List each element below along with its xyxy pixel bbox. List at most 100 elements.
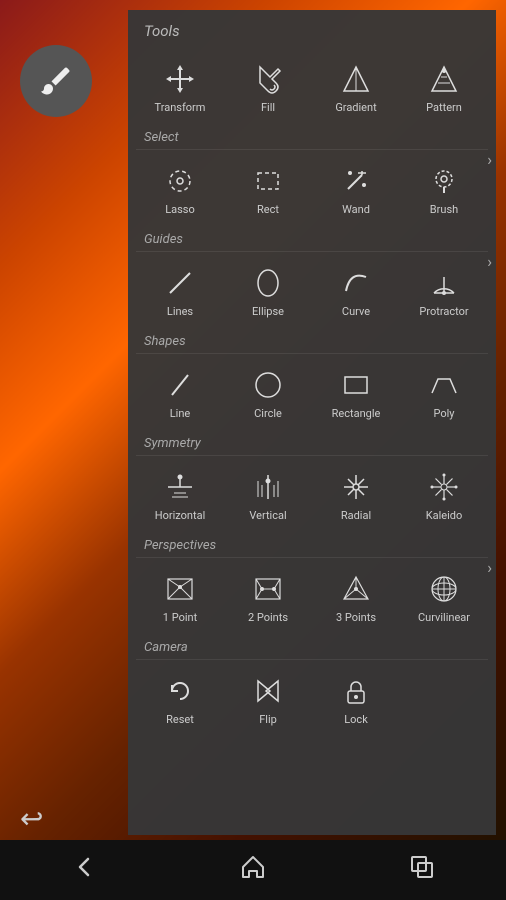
section-guides-label: Guides xyxy=(128,228,496,251)
reset-icon xyxy=(162,673,198,709)
fill-icon xyxy=(250,61,286,97)
curve-label: Curve xyxy=(342,305,370,318)
tool-lasso[interactable]: Lasso xyxy=(136,154,224,224)
tool-1point[interactable]: 1 Point xyxy=(136,562,224,632)
line-label: Line xyxy=(170,407,191,420)
reset-label: Reset xyxy=(166,713,194,726)
2points-label: 2 Points xyxy=(248,611,288,624)
rect-icon xyxy=(250,163,286,199)
lines-icon xyxy=(162,265,198,301)
section-shapes: Line Circle Rectangle xyxy=(128,354,496,432)
tool-brush-select[interactable]: Brush xyxy=(400,154,488,224)
tool-2points[interactable]: 2 Points xyxy=(224,562,312,632)
tool-gradient[interactable]: Gradient xyxy=(312,52,400,122)
home-button[interactable] xyxy=(239,853,267,888)
perspectives-chevron: › xyxy=(487,558,492,577)
1point-label: 1 Point xyxy=(163,611,197,624)
rectangle-label: Rectangle xyxy=(332,407,381,420)
pattern-icon xyxy=(426,61,462,97)
2points-icon xyxy=(250,571,286,607)
section-symmetry-label: Symmetry xyxy=(128,432,496,455)
brush-select-label: Brush xyxy=(430,203,458,216)
curvilinear-icon xyxy=(426,571,462,607)
radial-label: Radial xyxy=(341,509,371,522)
tool-lines[interactable]: Lines xyxy=(136,256,224,326)
gradient-label: Gradient xyxy=(335,101,376,114)
fill-label: Fill xyxy=(261,101,275,114)
tools-panel: Tools Transform xyxy=(128,10,496,835)
tool-lock[interactable]: Lock xyxy=(312,664,400,734)
line-icon xyxy=(162,367,198,403)
bottom-navigation xyxy=(0,840,506,900)
section-guides: › Lines Ellipse xyxy=(128,252,496,330)
recent-apps-button[interactable] xyxy=(408,853,436,888)
ellipse-label: Ellipse xyxy=(252,305,284,318)
section-camera-label: Camera xyxy=(128,636,496,659)
curvilinear-label: Curvilinear xyxy=(418,611,470,624)
tool-rect[interactable]: Rect xyxy=(224,154,312,224)
tool-reset[interactable]: Reset xyxy=(136,664,224,734)
horizontal-label: Horizontal xyxy=(155,509,206,522)
tool-line[interactable]: Line xyxy=(136,358,224,428)
kaleido-icon xyxy=(426,469,462,505)
protractor-icon xyxy=(426,265,462,301)
section-perspectives: › 1 Point xyxy=(128,558,496,636)
tool-vertical[interactable]: Vertical xyxy=(224,460,312,530)
section-symmetry: Horizontal Vertical xyxy=(128,456,496,534)
tool-horizontal[interactable]: Horizontal xyxy=(136,460,224,530)
3points-icon xyxy=(338,571,374,607)
tool-3points[interactable]: 3 Points xyxy=(312,562,400,632)
tool-curvilinear[interactable]: Curvilinear xyxy=(400,562,488,632)
transform-label: Transform xyxy=(155,101,206,114)
radial-icon xyxy=(338,469,374,505)
select-chevron: › xyxy=(487,150,492,169)
tool-transform[interactable]: Transform xyxy=(136,52,224,122)
section-select: › Lasso Rect xyxy=(128,150,496,228)
horizontal-icon xyxy=(162,469,198,505)
empty-cell xyxy=(400,664,488,734)
kaleido-label: Kaleido xyxy=(426,509,463,522)
tool-wand[interactable]: Wand xyxy=(312,154,400,224)
curve-icon xyxy=(338,265,374,301)
section-select-label: Select xyxy=(128,126,496,149)
tool-curve[interactable]: Curve xyxy=(312,256,400,326)
protractor-label: Protractor xyxy=(419,305,468,318)
rect-label: Rect xyxy=(257,203,279,216)
gradient-icon xyxy=(338,61,374,97)
back-button[interactable] xyxy=(70,853,98,888)
tool-circle[interactable]: Circle xyxy=(224,358,312,428)
vertical-icon xyxy=(250,469,286,505)
tool-poly[interactable]: Poly xyxy=(400,358,488,428)
undo-icon[interactable]: ↩ xyxy=(20,802,43,835)
pattern-label: Pattern xyxy=(426,101,462,114)
wand-icon xyxy=(338,163,374,199)
poly-icon xyxy=(426,367,462,403)
circle-label: Circle xyxy=(254,407,282,420)
section-perspectives-label: Perspectives xyxy=(128,534,496,557)
tool-radial[interactable]: Radial xyxy=(312,460,400,530)
wand-label: Wand xyxy=(342,203,370,216)
vertical-label: Vertical xyxy=(249,509,286,522)
section-camera: Reset Flip Lock xyxy=(128,660,496,738)
3points-label: 3 Points xyxy=(336,611,376,624)
tool-fill[interactable]: Fill xyxy=(224,52,312,122)
lines-label: Lines xyxy=(167,305,193,318)
guides-chevron: › xyxy=(487,252,492,271)
tool-kaleido[interactable]: Kaleido xyxy=(400,460,488,530)
tool-flip[interactable]: Flip xyxy=(224,664,312,734)
tool-rectangle[interactable]: Rectangle xyxy=(312,358,400,428)
tool-protractor[interactable]: Protractor xyxy=(400,256,488,326)
flip-label: Flip xyxy=(259,713,277,726)
ellipse-icon xyxy=(250,265,286,301)
circle-icon xyxy=(250,367,286,403)
lasso-label: Lasso xyxy=(165,203,195,216)
section-shapes-label: Shapes xyxy=(128,330,496,353)
lasso-icon xyxy=(162,163,198,199)
flip-icon xyxy=(250,673,286,709)
brush-circle-button[interactable] xyxy=(20,45,92,117)
tool-pattern[interactable]: Pattern xyxy=(400,52,488,122)
section-main: Transform Fill Gradient xyxy=(128,48,496,126)
tool-ellipse[interactable]: Ellipse xyxy=(224,256,312,326)
panel-title: Tools xyxy=(128,10,496,48)
lock-icon xyxy=(338,673,374,709)
